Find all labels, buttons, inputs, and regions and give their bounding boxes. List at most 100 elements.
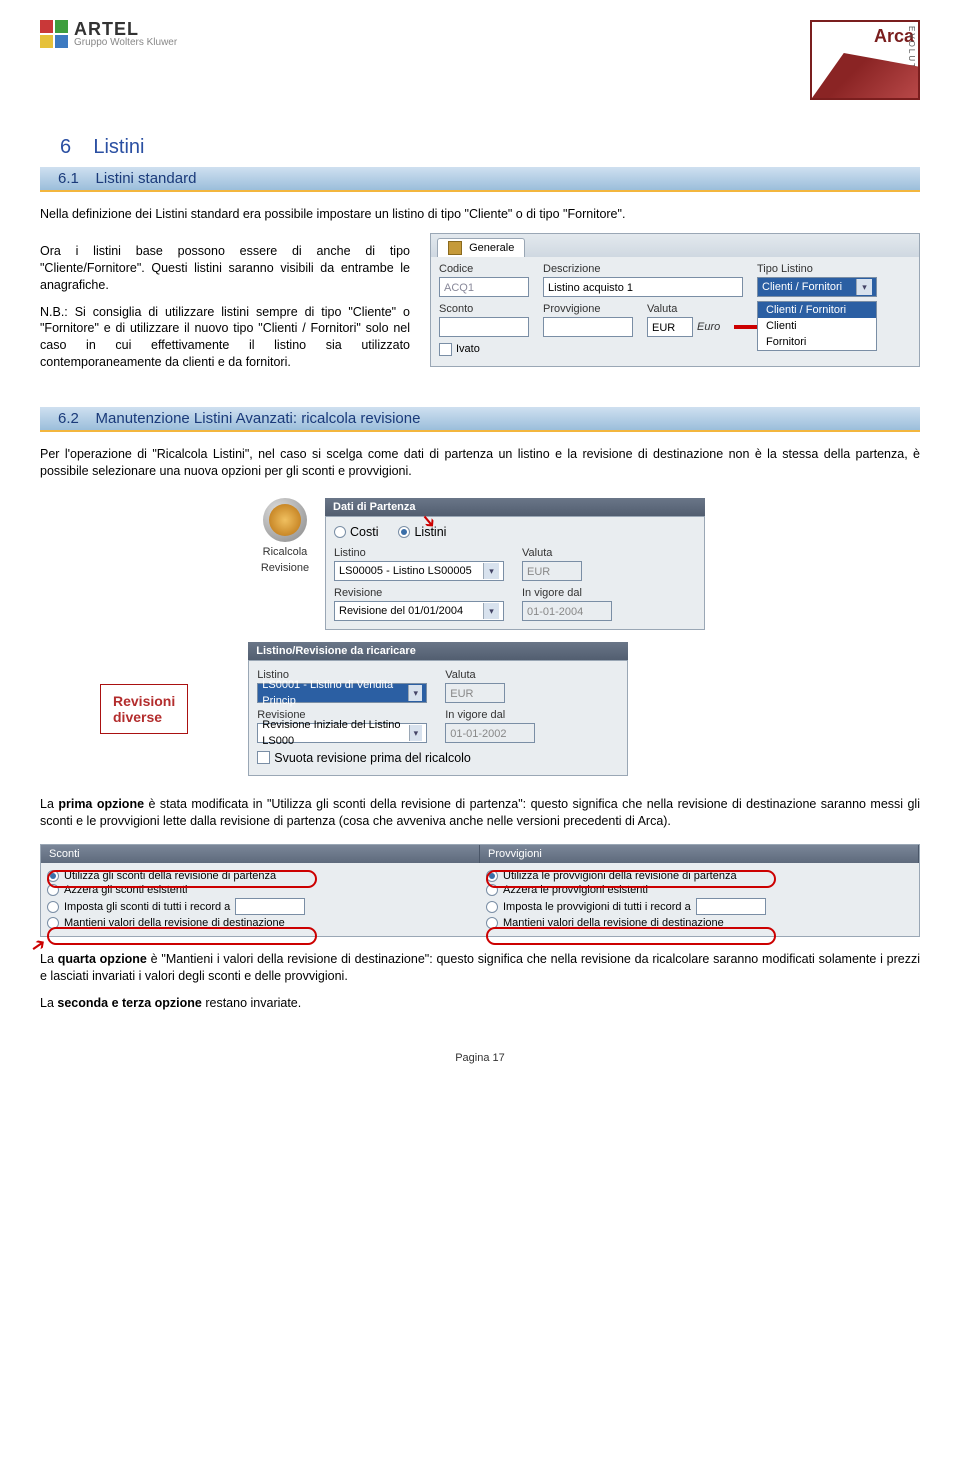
ricalcola-side-icon: Ricalcola Revisione	[255, 498, 315, 630]
invigore-label: In vigore dal	[522, 587, 696, 599]
listino-ricaricare-panel: Listino/Revisione da ricaricare Listino …	[248, 642, 628, 777]
tipo-listino-select[interactable]: Clienti / Fornitori ▾	[757, 277, 877, 297]
sconto-input[interactable]	[439, 317, 529, 337]
section-heading: 6 Listini	[40, 130, 920, 165]
sconti-opt-1[interactable]: Utilizza gli sconti della revisione di p…	[47, 869, 474, 883]
subsection-bar-62: 6.2 Manutenzione Listini Avanzati: rical…	[40, 407, 920, 432]
radio-icon	[47, 884, 59, 896]
checkbox-icon	[257, 751, 270, 764]
checkbox-icon	[439, 343, 452, 356]
valuta2-label: Valuta	[445, 669, 619, 681]
radio-costi[interactable]: Costi	[334, 525, 378, 539]
ricalcola-label1: Ricalcola	[263, 546, 308, 558]
section-num: 6	[60, 136, 71, 158]
chevron-down-icon: ▾	[483, 563, 499, 579]
invigore2-input: 01-01-2002	[445, 723, 535, 743]
para-62-1: Per l'operazione di "Ricalcola Listini",…	[40, 446, 920, 480]
provv-value-input[interactable]	[696, 898, 766, 915]
listino2-select[interactable]: LS0001 - Listino di Vendita Princip▾	[257, 683, 427, 703]
radio-icon	[398, 526, 410, 538]
listino-form-window: Generale Codice ACQ1 Descrizione Listino…	[430, 233, 920, 367]
sconti-opt-4[interactable]: Mantieni valori della revisione di desti…	[47, 916, 474, 930]
subsection-bar-61: 6.1 Listini standard	[40, 167, 920, 192]
chevron-down-icon: ▾	[409, 725, 423, 741]
arca-logo: Arca EVOLUTION	[810, 20, 920, 100]
provv-opt-2[interactable]: Azzera le provvigioni esistenti	[486, 883, 913, 897]
page-footer: Pagina 17	[40, 1052, 920, 1064]
revisione-select[interactable]: Revisione del 01/01/2004▾	[334, 601, 504, 621]
descr-input[interactable]: Listino acquisto 1	[543, 277, 743, 297]
provv-input[interactable]	[543, 317, 633, 337]
para-quarta-opzione: La quarta opzione è "Mantieni i valori d…	[40, 951, 920, 985]
artel-logo-icon	[40, 20, 68, 48]
valuta2-input: EUR	[445, 683, 505, 703]
descr-label: Descrizione	[543, 263, 743, 275]
provv-opt-1[interactable]: Utilizza le provvigioni della revisione …	[486, 869, 913, 883]
radio-icon	[486, 870, 498, 882]
sconti-value-input[interactable]	[235, 898, 305, 915]
arca-name: Arca	[816, 26, 914, 47]
radio-icon	[486, 917, 498, 929]
radio-icon	[47, 917, 59, 929]
rev2-select[interactable]: Revisione Iniziale del Listino LS000▾	[257, 723, 427, 743]
tipo-option-2[interactable]: Fornitori	[758, 334, 876, 350]
radio-icon	[334, 526, 346, 538]
artel-logo: ARTEL Gruppo Wolters Kluwer	[40, 20, 177, 48]
valuta-code-input[interactable]: EUR	[647, 317, 693, 337]
sconti-col: Utilizza gli sconti della revisione di p…	[41, 863, 480, 936]
tipo-label: Tipo Listino	[757, 263, 877, 275]
dati-partenza-head: Dati di Partenza	[325, 498, 705, 516]
chevron-down-icon: ▾	[856, 279, 872, 295]
revisioni-diverse-annotation: Revisioni diverse	[100, 684, 188, 734]
sconti-head: Sconti	[41, 845, 480, 863]
invigore2-label: In vigore dal	[445, 709, 619, 721]
provv-label: Provvigione	[543, 303, 633, 315]
artel-subtitle: Gruppo Wolters Kluwer	[74, 38, 177, 48]
chevron-down-icon: ▾	[408, 685, 422, 701]
provv-opt-3[interactable]: Imposta le provvigioni di tutti i record…	[486, 897, 913, 916]
sconto-label: Sconto	[439, 303, 529, 315]
sconti-opt-2[interactable]: Azzera gli sconti esistenti	[47, 883, 474, 897]
provv-opt-4[interactable]: Mantieni valori della revisione di desti…	[486, 916, 913, 930]
invigore-input: 01-01-2004	[522, 601, 612, 621]
tab-label: Generale	[469, 242, 514, 254]
annotation-line1: Revisioni	[113, 693, 175, 709]
cube-icon	[448, 241, 462, 255]
para-61-3: N.B.: Si consiglia di utilizzare listini…	[40, 304, 410, 372]
radio-icon	[47, 901, 59, 913]
ivato-checkbox[interactable]: Ivato	[439, 343, 480, 356]
codice-label: Codice	[439, 263, 529, 275]
sub61-num: 6.1	[58, 170, 79, 187]
dati-partenza-panel: Dati di Partenza Costi Listini ➔ Listino…	[325, 498, 705, 630]
page-header: ARTEL Gruppo Wolters Kluwer Arca EVOLUTI…	[40, 0, 920, 130]
sub62-num: 6.2	[58, 410, 79, 427]
artel-brand: ARTEL	[74, 20, 177, 38]
ricalcola-label2: Revisione	[261, 562, 309, 574]
annotation-line2: diverse	[113, 709, 175, 725]
codice-input[interactable]: ACQ1	[439, 277, 529, 297]
section-title: Listini	[93, 136, 144, 158]
sconti-opt-3[interactable]: Imposta gli sconti di tutti i record a	[47, 897, 474, 916]
chevron-down-icon: ▾	[483, 603, 499, 619]
sub62-title: Manutenzione Listini Avanzati: ricalcola…	[96, 410, 421, 427]
arca-shape-icon	[812, 53, 918, 98]
tipo-option-1[interactable]: Clienti	[758, 318, 876, 334]
valuta-name: Euro	[697, 321, 720, 333]
tipo-listino-dropdown[interactable]: Clienti / Fornitori Clienti Fornitori	[757, 301, 877, 351]
radio-icon	[486, 901, 498, 913]
svuota-checkbox[interactable]: Svuota revisione prima del ricalcolo	[257, 751, 471, 765]
sub61-title: Listini standard	[96, 170, 197, 187]
valuta-input: EUR	[522, 561, 582, 581]
radio-icon	[47, 870, 59, 882]
sconti-provvigioni-panel: Sconti Provvigioni Utilizza gli sconti d…	[40, 844, 920, 937]
para-61-2: Ora i listini base possono essere di anc…	[40, 243, 410, 294]
para-prima-opzione: La prima opzione è stata modificata in "…	[40, 796, 920, 830]
tipo-option-0[interactable]: Clienti / Fornitori	[758, 302, 876, 318]
para-seconda-terza: La seconda e terza opzione restano invar…	[40, 995, 920, 1012]
valuta-label: Valuta	[522, 547, 696, 559]
svuota-label: Svuota revisione prima del ricalcolo	[274, 751, 471, 765]
provvigioni-head: Provvigioni	[480, 845, 919, 863]
tab-generale[interactable]: Generale	[437, 238, 525, 257]
listino-select[interactable]: LS00005 - Listino LS00005▾	[334, 561, 504, 581]
listino-ricaricare-head: Listino/Revisione da ricaricare	[248, 642, 628, 660]
